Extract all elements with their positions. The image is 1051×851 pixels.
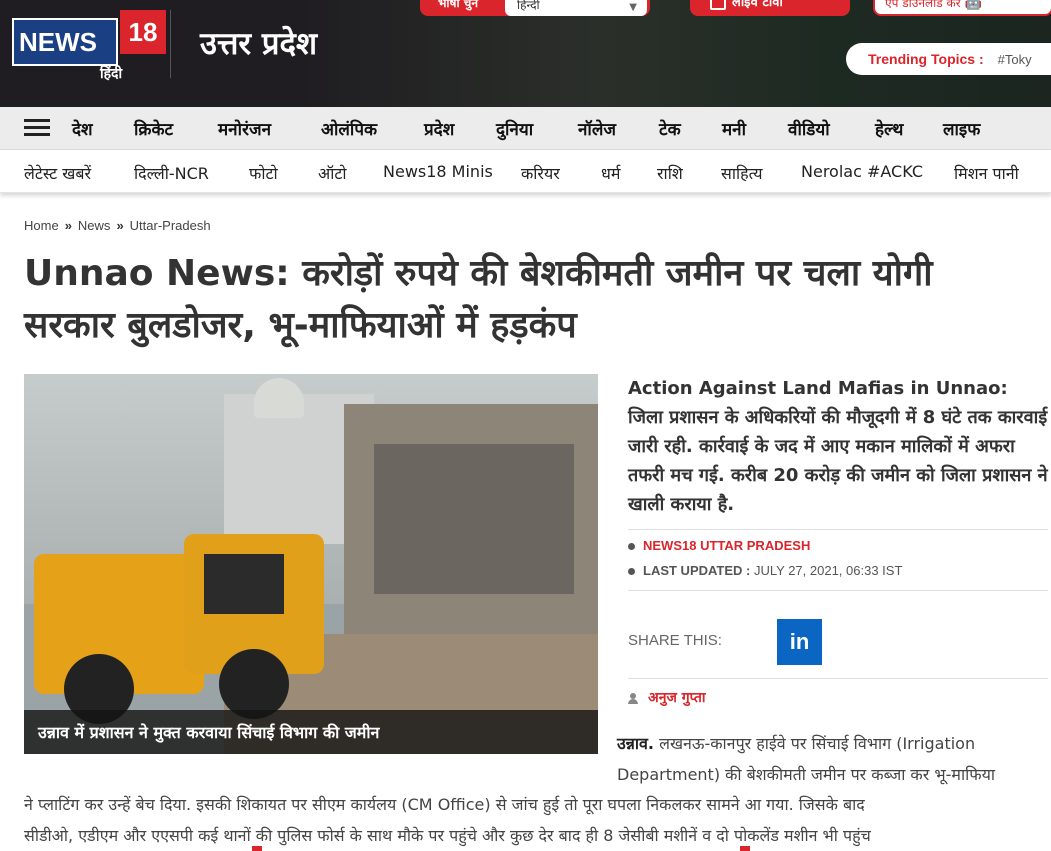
nav2-item-nerolac[interactable]: Nerolac #ACKC <box>801 162 923 181</box>
image-wheel <box>219 649 289 719</box>
author-name[interactable]: अनुज गुप्ता <box>648 690 706 706</box>
divider <box>628 590 1048 591</box>
breadcrumb-separator: » <box>116 218 124 233</box>
article-source: NEWS18 UTTAR PRADESH <box>628 538 810 553</box>
nav2-item-delhi-ncr[interactable]: दिल्ली-NCR <box>134 162 209 184</box>
app-download-button[interactable]: एप डाउनलोड कर 🤖 <box>873 0 1051 16</box>
nav-item-knowledge[interactable]: नॉलेज <box>578 117 616 140</box>
nav2-item-auto[interactable]: ऑटो <box>318 162 347 184</box>
nav-item-cricket[interactable]: क्रिकेट <box>134 117 173 140</box>
nav2-item-career[interactable]: करियर <box>521 162 560 184</box>
language-label: भाषा चुने <box>438 0 479 10</box>
body-line: सीडीओ, एडीएम और एएसपी कई थानों की पुलिस … <box>24 826 871 845</box>
image-caption-bar: उन्नाव में प्रशासन ने मुक्त करवाया सिंचा… <box>24 710 598 754</box>
trending-topics: Trending Topics : #Toky <box>846 43 1051 75</box>
breadcrumb-separator: » <box>64 218 72 233</box>
breadcrumb-news[interactable]: News <box>78 218 111 233</box>
nav2-item-latest[interactable]: लेटेस्ट खबरें <box>24 162 91 184</box>
nav2-item-photo[interactable]: फोटो <box>249 162 278 184</box>
news18-logo[interactable]: NEWS 18 <box>12 10 166 70</box>
dateline: उन्नाव. <box>617 734 655 753</box>
updated-label: LAST UPDATED : <box>643 563 751 578</box>
nav-item-entertainment[interactable]: मनोरंजन <box>218 117 271 140</box>
linkedin-share-button[interactable]: in <box>777 619 822 665</box>
article-updated: LAST UPDATED : JULY 27, 2021, 06:33 IST <box>628 563 902 578</box>
article-author: अनुज गुप्ता <box>628 688 706 707</box>
body-paragraph-1: लखनऊ-कानपुर हाईवे पर सिंचाई विभाग (Irrig… <box>617 734 995 784</box>
image-building-front <box>374 444 574 594</box>
body-line: ने प्लाटिंग कर उन्हें बेच दिया. इसकी शिक… <box>24 795 865 814</box>
nav2-item-religion[interactable]: धर्म <box>601 162 620 184</box>
image-caption: उन्नाव में प्रशासन ने मुक्त करवाया सिंचा… <box>38 723 380 742</box>
nav-item-life[interactable]: लाइफ <box>943 117 980 140</box>
divider <box>628 678 1048 679</box>
live-tv-button[interactable]: लाइव टीवी ⌄ <box>690 0 850 16</box>
breadcrumb-home[interactable]: Home <box>24 218 59 233</box>
source-label[interactable]: NEWS18 UTTAR PRADESH <box>643 538 810 553</box>
share-label: SHARE THIS: <box>628 632 722 649</box>
nav-item-tech[interactable]: टेक <box>659 117 681 140</box>
scroll-marker <box>740 846 750 851</box>
hamburger-menu-icon[interactable] <box>24 119 50 137</box>
section-title: उत्तर प्रदेश <box>200 26 318 62</box>
language-value: हिन्दी <box>517 0 540 12</box>
scroll-marker <box>252 846 262 851</box>
bullet-icon <box>628 568 635 576</box>
secondary-nav: लेटेस्ट खबरें दिल्ली-NCR फोटो ऑटो News18… <box>0 150 1051 193</box>
nav-item-video[interactable]: वीडियो <box>788 117 830 140</box>
logo-number: 18 <box>120 10 166 54</box>
nav-item-olympics[interactable]: ओलंपिक <box>321 117 377 140</box>
article-headline: Unnao News: करोड़ों रुपये की बेशकीमती जम… <box>24 253 933 346</box>
nav2-item-sahitya[interactable]: साहित्य <box>721 162 763 184</box>
updown-arrow-icon: ▲▼ <box>629 0 637 13</box>
live-tv-label: लाइव टीवी <box>732 0 783 10</box>
nav-item-world[interactable]: दुनिया <box>496 117 533 140</box>
trending-label: Trending Topics : <box>868 51 984 67</box>
app-download-label: एप डाउनलोड कर <box>885 0 961 10</box>
article-body-start: उन्नाव. लखनऊ-कानपुर हाईवे पर सिंचाई विभा… <box>617 728 1047 790</box>
nav-item-money[interactable]: मनी <box>722 117 746 140</box>
breadcrumb: Home » News » Uttar-Pradesh <box>24 218 211 233</box>
bullet-icon <box>628 543 635 551</box>
header-divider <box>170 10 171 78</box>
site-header: NEWS 18 हिंदी उत्तर प्रदेश भाषा चुने हिन… <box>0 0 1051 107</box>
nav2-item-mission-pani[interactable]: मिशन पानी <box>954 162 1019 184</box>
updated-value: JULY 27, 2021, 06:33 IST <box>754 563 903 578</box>
trending-tag[interactable]: #Toky <box>998 52 1032 67</box>
nav-item-pradesh[interactable]: प्रदेश <box>424 117 454 140</box>
nav2-item-minis[interactable]: News18 Minis <box>383 162 493 181</box>
android-icon: 🤖 <box>964 0 983 11</box>
chevron-down-icon: ⌄ <box>830 0 840 1</box>
person-icon <box>628 693 638 704</box>
nav-item-desh[interactable]: देश <box>72 117 93 140</box>
nav-item-health[interactable]: हेल्थ <box>875 117 903 140</box>
article-summary: Action Against Land Mafias in Unnao: जिल… <box>628 378 1048 515</box>
divider <box>628 529 1048 530</box>
nav2-item-rashi[interactable]: राशि <box>657 162 683 184</box>
article-hero-image[interactable]: उन्नाव में प्रशासन ने मुक्त करवाया सिंचा… <box>24 374 598 754</box>
article-body-continued: ने प्लाटिंग कर उन्हें बेच दिया. इसकी शिक… <box>24 789 1044 851</box>
language-dropdown[interactable]: हिन्दी ▲▼ <box>505 0 647 16</box>
tv-icon <box>710 0 726 10</box>
logo-subtitle: हिंदी <box>100 66 123 82</box>
image-bulldozer-cab <box>204 554 284 614</box>
primary-nav: देश क्रिकेट मनोरंजन ओलंपिक प्रदेश दुनिया… <box>0 107 1051 150</box>
breadcrumb-uttar-pradesh[interactable]: Uttar-Pradesh <box>130 218 211 233</box>
logo-text: NEWS <box>12 18 118 66</box>
